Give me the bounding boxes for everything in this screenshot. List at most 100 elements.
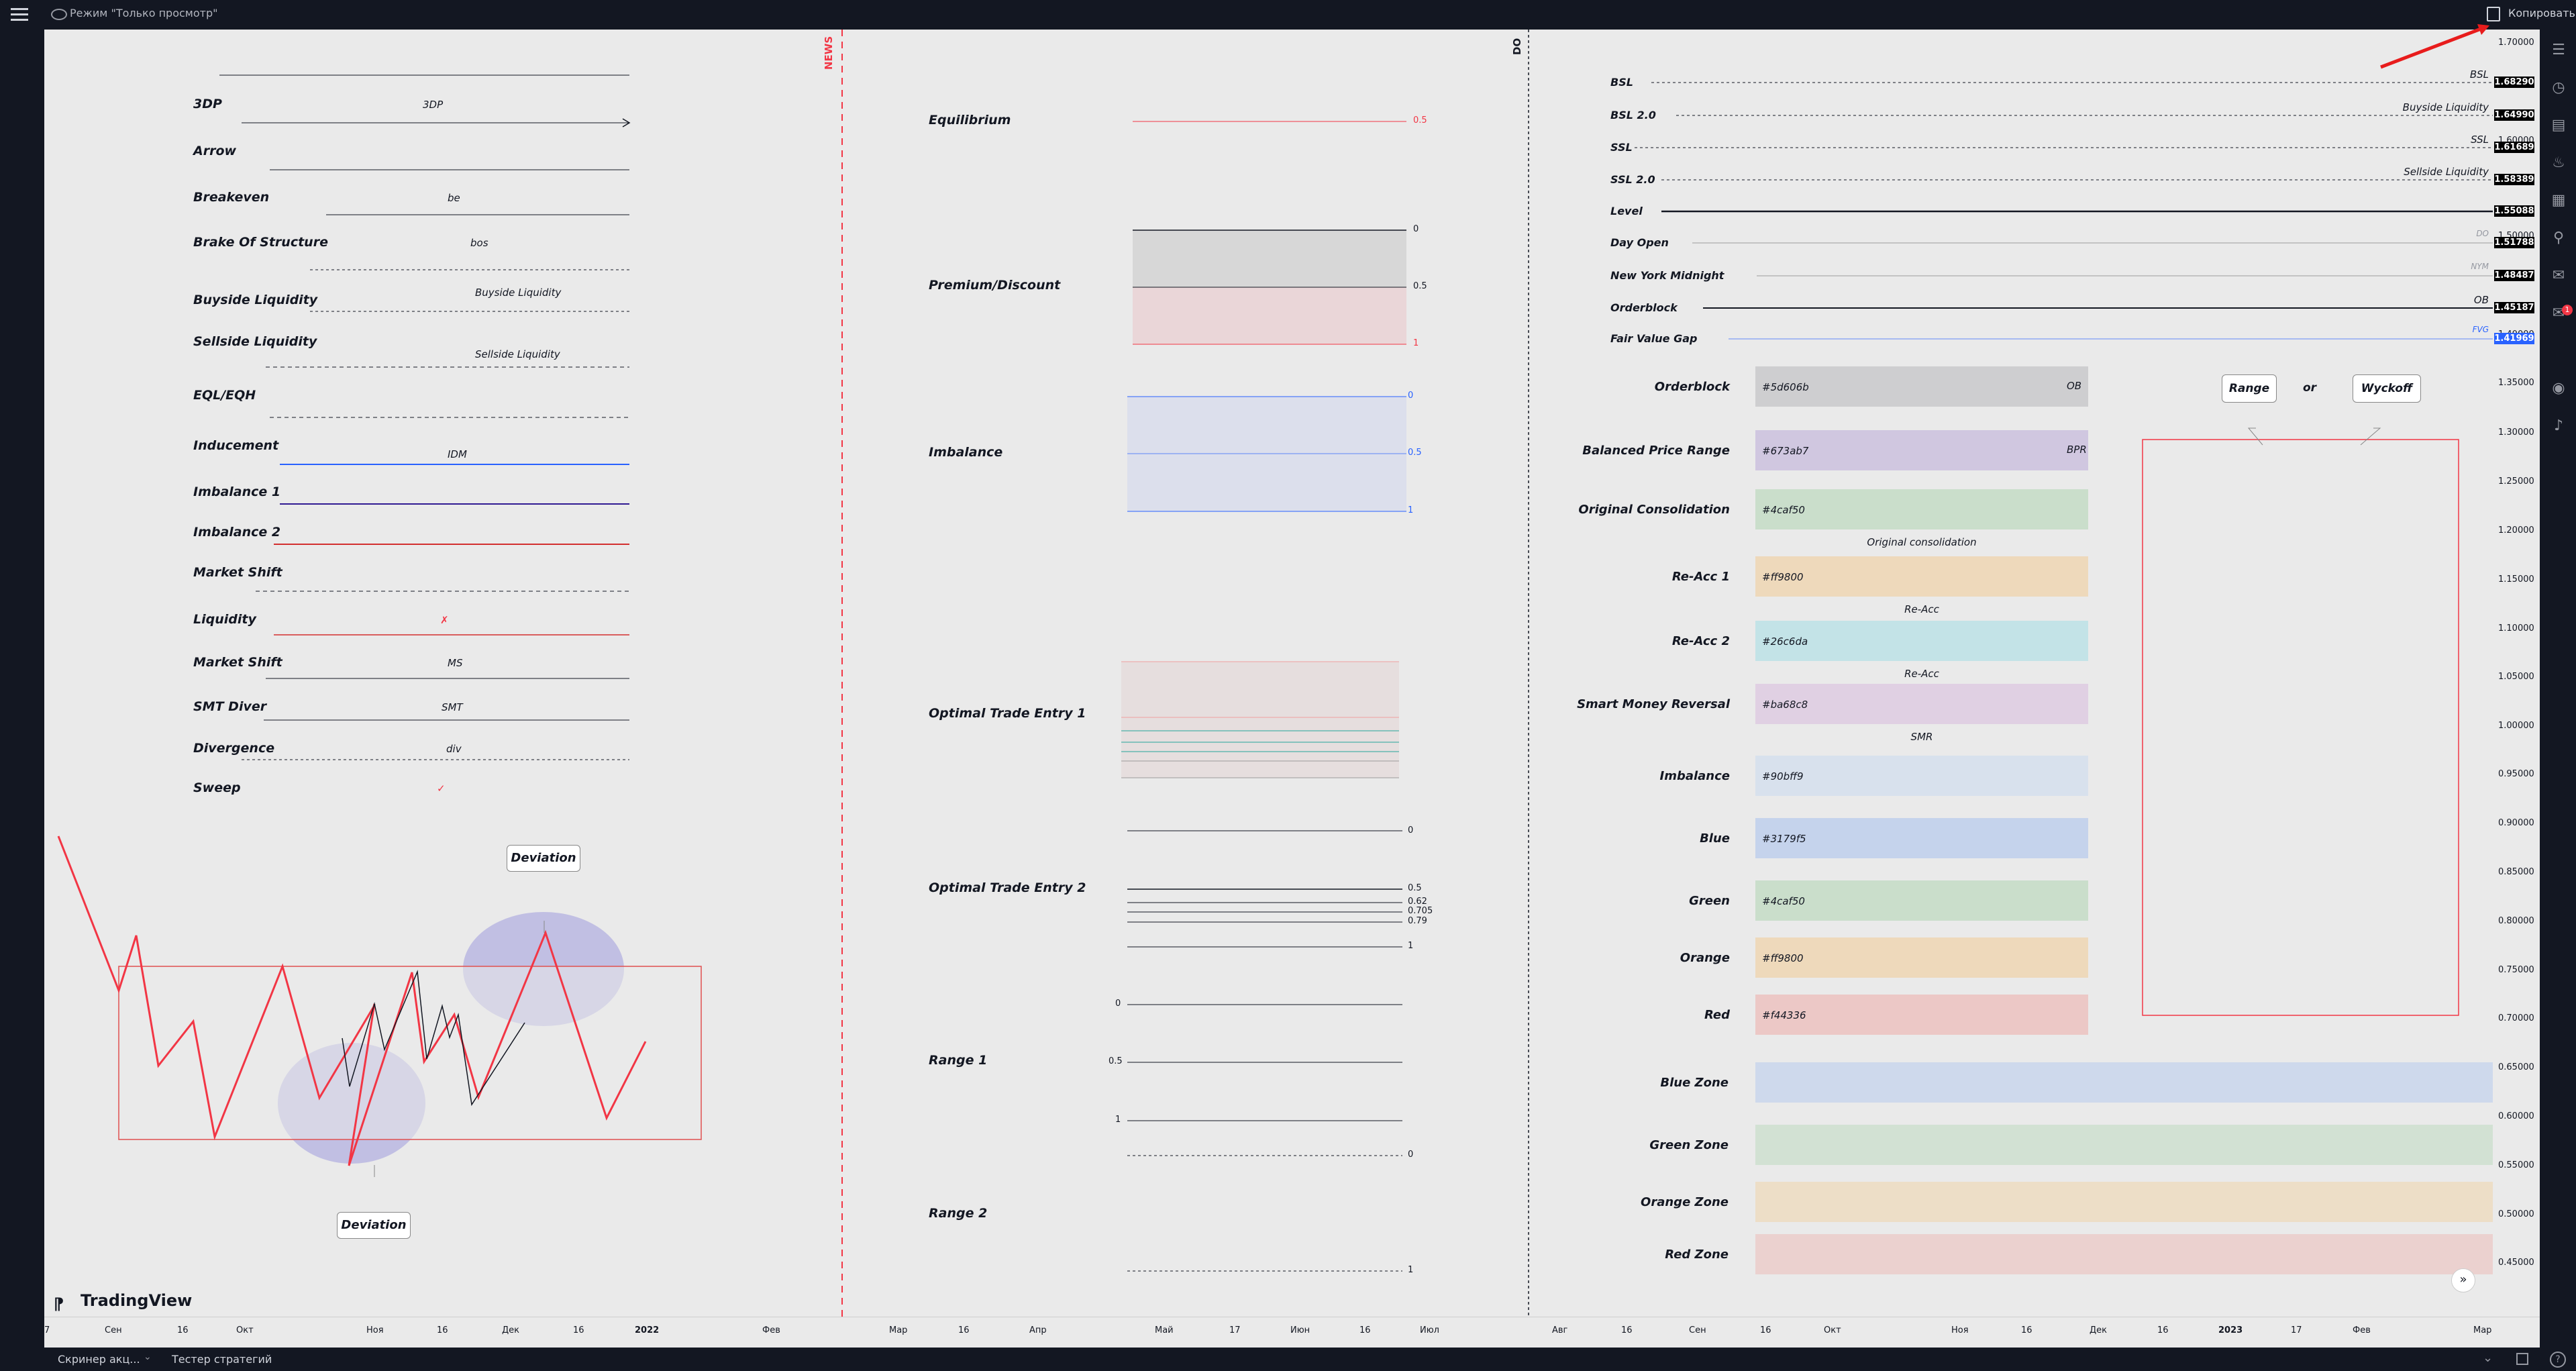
price-tick: 0.65000 [2498, 1062, 2534, 1072]
ideas-bulb-icon[interactable]: ⚲ [2550, 230, 2567, 247]
legend-tag: bos [466, 237, 493, 249]
time-tick: Авг [1552, 1325, 1568, 1335]
right-line-tag: Sellside Liquidity [2404, 166, 2489, 178]
price-badge: 1.48487 [2494, 270, 2534, 281]
do-marker-label: DO [1511, 38, 1523, 55]
right-line-tag: Buyside Liquidity [2402, 101, 2489, 113]
view-mode-label[interactable]: Режим "Только просмотр" [70, 7, 217, 19]
range1-label: Range 1 [929, 1053, 988, 1068]
zone-label: Blue Zone [1660, 1076, 1729, 1090]
time-tick: 16 [1359, 1325, 1371, 1335]
hamburger-icon[interactable] [11, 7, 28, 21]
price-tick: 0.75000 [2498, 965, 2534, 975]
right-line-tag: OB [2473, 294, 2489, 306]
ote2-level-079: 0.79 [1408, 916, 1427, 926]
box-label: Re-Acc 1 [1671, 570, 1730, 584]
range-callout[interactable]: Range [2222, 374, 2277, 403]
copy-icon[interactable] [2487, 7, 2500, 21]
time-tick: Ноя [1951, 1325, 1969, 1335]
price-tick: 1.30000 [2498, 427, 2534, 438]
box-hex: #ff9800 [1762, 952, 1804, 964]
imb-level-1: 1 [1408, 505, 1414, 515]
price-tick: 1.05000 [2498, 672, 2534, 682]
wyckoff-callout[interactable]: Wyckoff [2353, 374, 2421, 403]
box-tag: OB [2067, 380, 2082, 392]
screener-tab[interactable]: Скринер акц... [58, 1353, 140, 1366]
price-axis[interactable]: 1.700001.600001.500001.400001.350001.300… [2493, 30, 2540, 1317]
eye-icon [51, 9, 67, 20]
pd-level-05: 0.5 [1413, 281, 1427, 291]
box-label: Green [1689, 894, 1730, 908]
time-tick: Сен [1689, 1325, 1706, 1335]
deviation-range-box [118, 966, 702, 1140]
strategy-tester-tab[interactable]: Тестер стратегий [172, 1353, 272, 1366]
legend-tag: Sellside Liquidity [471, 348, 564, 360]
legend-tag: div [442, 743, 466, 755]
alert-clock-icon[interactable]: ◷ [2550, 79, 2567, 97]
ote2-level-05: 0.5 [1408, 883, 1422, 893]
price-tick: 1.00000 [2498, 721, 2534, 731]
tradingview-logo: TradingView [81, 1291, 193, 1310]
copy-button[interactable]: Копировать [2508, 7, 2575, 19]
time-tick: Дек [502, 1325, 520, 1335]
price-tick: 1.15000 [2498, 574, 2534, 585]
legend-label: Market Shift [193, 565, 282, 580]
deviation-top-callout[interactable]: Deviation [507, 845, 580, 872]
right-line-label: Fair Value Gap [1610, 332, 1698, 345]
legend-tag: Buyside Liquidity [471, 287, 566, 299]
deviation-bottom-callout[interactable]: Deviation [337, 1212, 411, 1239]
box-below-label: Re-Acc [1904, 603, 1939, 615]
color-box[interactable] [1755, 880, 2088, 921]
legend-label: 3DP [193, 97, 222, 111]
help-icon[interactable]: ? [2550, 1352, 2566, 1368]
box-below-label: SMR [1910, 731, 1933, 743]
time-tick: 16 [573, 1325, 584, 1335]
legend-label: Buyside Liquidity [193, 293, 318, 307]
zone-label: Orange Zone [1641, 1195, 1729, 1209]
notification-badge: 1 [2562, 305, 2573, 315]
data-window-icon[interactable]: ▤ [2550, 117, 2567, 134]
color-box[interactable] [1755, 556, 2088, 597]
broadcast-icon[interactable]: ◉ [2550, 380, 2567, 397]
color-box[interactable] [1755, 756, 2088, 796]
time-tick: 16 [1760, 1325, 1771, 1335]
watchlist-icon[interactable]: ☰ [2550, 42, 2567, 59]
right-line-label: BSL 2.0 [1610, 109, 1656, 121]
chat-icon[interactable]: ✉ [2550, 267, 2567, 285]
right-line-tag: DO [2476, 229, 2489, 238]
color-box[interactable] [1755, 937, 2088, 978]
legend-tag: IDM [444, 448, 471, 460]
box-hex: #673ab7 [1762, 445, 1809, 457]
zone-box[interactable] [1755, 1182, 2493, 1222]
box-hex: #ff9800 [1762, 571, 1804, 583]
zone-box[interactable] [1755, 1125, 2493, 1165]
box-hex: #26c6da [1762, 636, 1808, 648]
calendar-grid-icon[interactable]: ▦ [2550, 192, 2567, 209]
range1-level-0: 0 [1115, 999, 1121, 1009]
price-tick: 0.90000 [2498, 818, 2534, 828]
maximize-panel-icon[interactable] [2516, 1353, 2528, 1365]
zone-box[interactable] [1755, 1234, 2493, 1274]
time-axis[interactable]: 7 Сен 16 Окт Ноя 16 Дек 16 2022 Фев Мар 16 Апр Май 17 И… [44, 1317, 2540, 1348]
chart-drawings [57, 30, 2493, 1317]
legend-label: EQL/EQH [193, 388, 256, 403]
time-tick: 7 [44, 1325, 50, 1335]
time-tick: 2022 [635, 1325, 660, 1335]
hotlist-fire-icon[interactable]: ♨ [2550, 154, 2567, 172]
screener-dropdown-icon[interactable]: ⌄ [144, 1352, 152, 1362]
box-below-label: Re-Acc [1904, 668, 1939, 680]
box-tag: BPR [2067, 444, 2087, 456]
collapse-panel-icon[interactable]: ⌄ [2483, 1351, 2493, 1365]
zone-box[interactable] [1755, 1062, 2493, 1103]
equilibrium-label: Equilibrium [929, 113, 1011, 128]
chart-canvas[interactable]: 3DP 3DP Arrow Breakeven be Brake Of Structure… [44, 30, 2493, 1317]
bell-icon[interactable]: ♪ [2550, 417, 2567, 435]
color-box[interactable] [1755, 489, 2088, 529]
ote2-level-0: 0 [1408, 825, 1414, 835]
price-badge: 1.55088 [2494, 205, 2534, 217]
time-tick: 16 [177, 1325, 189, 1335]
scroll-to-realtime-button[interactable]: » [2451, 1268, 2475, 1292]
legend-label: Breakeven [193, 190, 270, 205]
top-toolbar: Режим "Только просмотр" Копировать [0, 0, 2576, 30]
legend-label: Market Shift [193, 655, 282, 670]
